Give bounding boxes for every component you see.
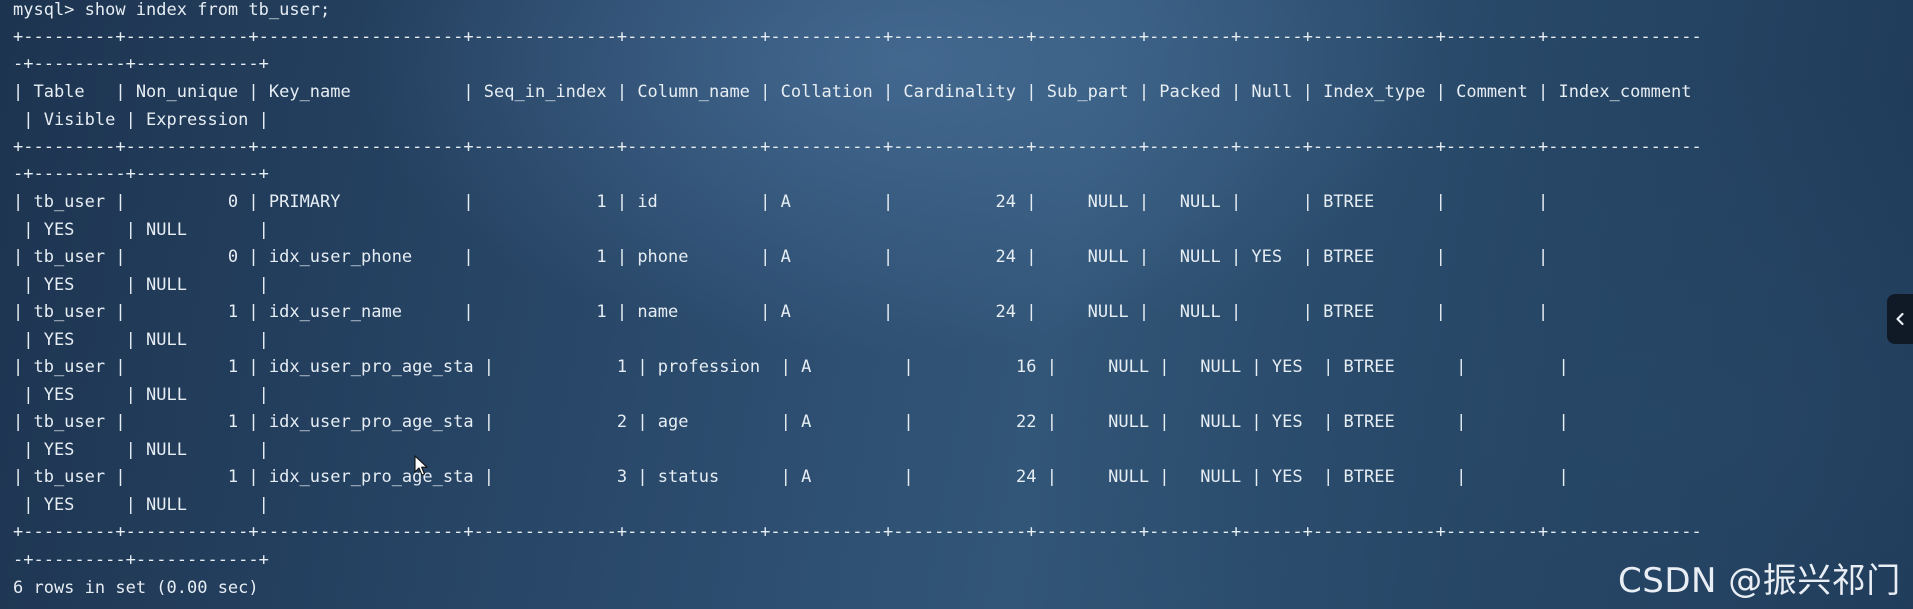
table-row: | tb_user | 1 | idx_user_pro_age_sta | 3… bbox=[13, 467, 1569, 487]
table-header-wrap: | Visible | Expression | bbox=[13, 110, 269, 130]
table-row: | tb_user | 1 | idx_user_pro_age_sta | 2… bbox=[13, 412, 1569, 432]
table-row: | tb_user | 1 | idx_user_pro_age_sta | 1… bbox=[13, 357, 1569, 377]
table-row-wrap: | YES | NULL | bbox=[13, 275, 269, 295]
table-row-wrap: | YES | NULL | bbox=[13, 330, 269, 350]
table-border-wrap: -+---------+------------+ bbox=[13, 54, 269, 74]
command-line: mysql> show index from tb_user; bbox=[13, 0, 331, 20]
csdn-watermark: CSDN @振兴祁门 bbox=[1618, 561, 1901, 601]
table-row-wrap: | YES | NULL | bbox=[13, 495, 269, 515]
table-border: +---------+------------+----------------… bbox=[13, 137, 1702, 157]
table-border: +---------+------------+----------------… bbox=[13, 522, 1702, 542]
sidebar-toggle-button[interactable] bbox=[1887, 294, 1913, 344]
table-border: +---------+------------+----------------… bbox=[13, 27, 1702, 47]
table-row-wrap: | YES | NULL | bbox=[13, 440, 269, 460]
mouse-pointer-icon bbox=[414, 455, 428, 476]
table-row-wrap: | YES | NULL | bbox=[13, 385, 269, 405]
table-row: | tb_user | 0 | idx_user_phone | 1 | pho… bbox=[13, 247, 1549, 267]
chevron-left-icon bbox=[1896, 312, 1904, 326]
table-border-wrap: -+---------+------------+ bbox=[13, 164, 269, 184]
table-border-wrap: -+---------+------------+ bbox=[13, 550, 269, 570]
terminal-output[interactable]: mysql> show index from tb_user; +-------… bbox=[0, 0, 1913, 609]
table-row: | tb_user | 0 | PRIMARY | 1 | id | A | 2… bbox=[13, 192, 1549, 212]
table-row-wrap: | YES | NULL | bbox=[13, 220, 269, 240]
table-header: | Table | Non_unique | Key_name | Seq_in… bbox=[13, 82, 1692, 102]
table-row: | tb_user | 1 | idx_user_name | 1 | name… bbox=[13, 302, 1549, 322]
result-summary: 6 rows in set (0.00 sec) bbox=[13, 578, 259, 598]
